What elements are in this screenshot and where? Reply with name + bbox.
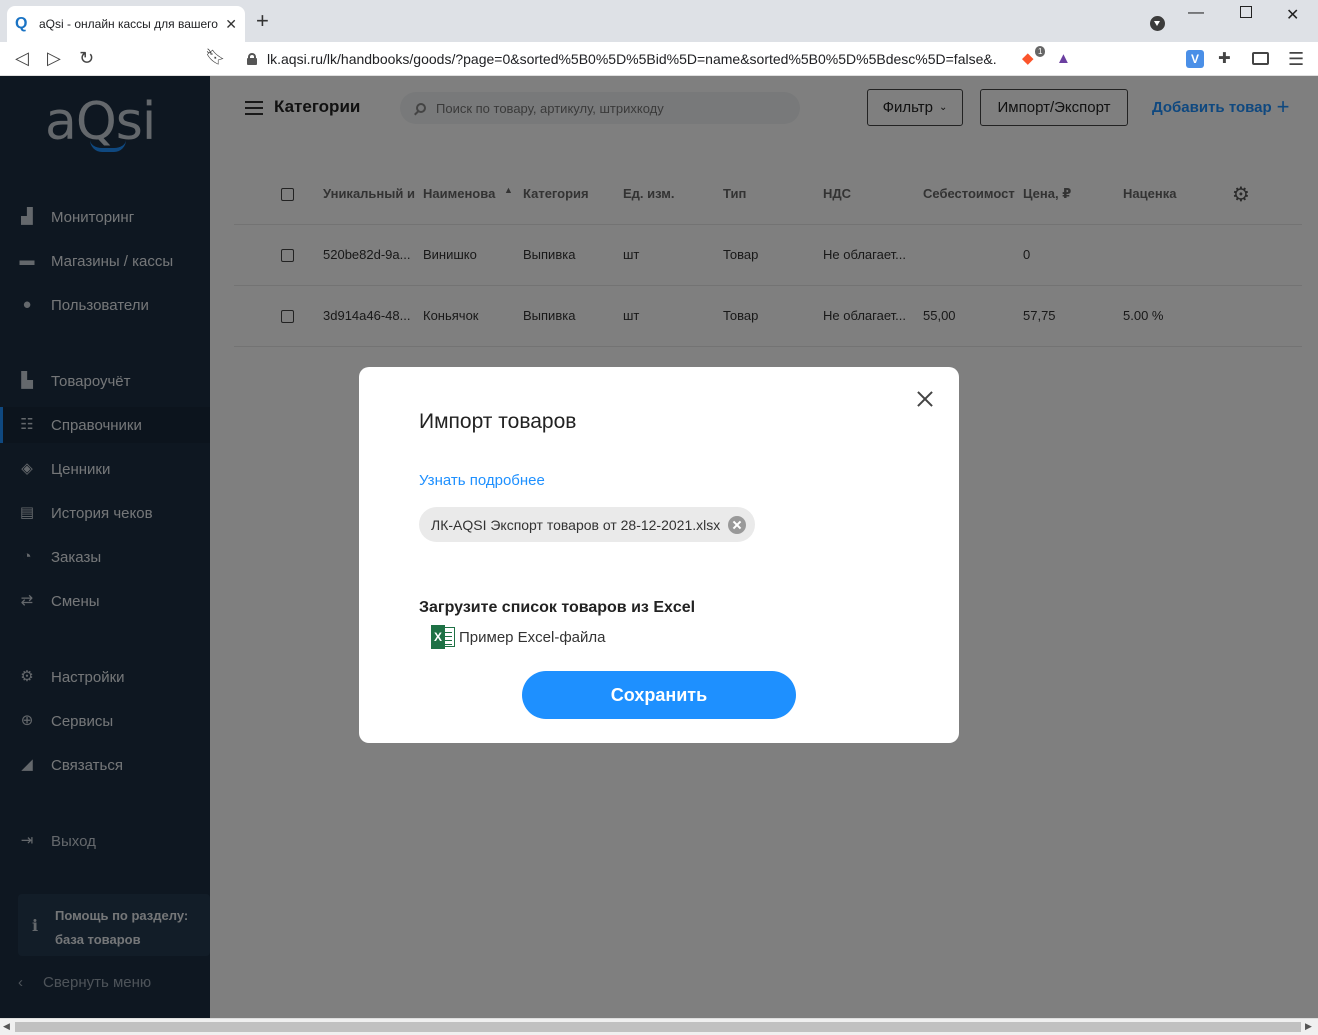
dialog-title: Импорт товаров: [419, 410, 577, 433]
example-link-label: Пример Excel-файла: [459, 628, 606, 646]
scroll-left-icon[interactable]: ◀: [3, 1021, 10, 1032]
url-text: lk.aqsi.ru/lk/handbooks/goods/?page=0&so…: [267, 51, 997, 67]
close-icon[interactable]: [915, 389, 935, 409]
example-excel-link[interactable]: X Пример Excel-файла: [431, 625, 606, 649]
browser-menu-icon[interactable]: ☰: [1288, 50, 1304, 68]
extension-v-icon[interactable]: V: [1186, 50, 1204, 68]
tab-title: aQsi - онлайн кассы для вашего: [39, 17, 218, 31]
new-tab-icon[interactable]: +: [256, 10, 269, 32]
selected-file-chip: ЛК-AQSI Экспорт товаров от 28-12-2021.xl…: [419, 507, 756, 542]
import-products-dialog: Импорт товаров Узнать подробнее ЛК-AQSI …: [359, 367, 959, 743]
remove-file-icon[interactable]: [728, 515, 747, 534]
reload-icon[interactable]: ↻: [79, 47, 94, 69]
browser-toolbar: ◁ ▷ ↻ 🔖︎ lk.aqsi.ru/lk/handbooks/goods/?…: [0, 42, 1318, 76]
forward-icon[interactable]: ▷: [47, 47, 61, 69]
horizontal-scrollbar[interactable]: ◀ ▶: [0, 1018, 1318, 1035]
maximize-icon[interactable]: [1240, 6, 1252, 18]
excel-file-icon: X: [431, 625, 455, 649]
upload-instruction: Загрузите список товаров из Excel: [419, 599, 696, 616]
lock-icon: [247, 53, 257, 65]
back-icon[interactable]: ◁: [15, 47, 29, 69]
brave-shield-icon[interactable]: ◆: [1022, 50, 1034, 68]
scrollbar-thumb[interactable]: [15, 1022, 1301, 1032]
window-close-icon[interactable]: ✕: [1286, 5, 1299, 25]
browser-tab[interactable]: Q aQsi - онлайн кассы для вашего ✕: [7, 6, 245, 42]
learn-more-link[interactable]: Узнать подробнее: [419, 472, 545, 489]
bookmark-icon[interactable]: 🔖︎: [205, 47, 225, 69]
address-bar[interactable]: lk.aqsi.ru/lk/handbooks/goods/?page=0&so…: [235, 45, 1083, 73]
scroll-right-icon[interactable]: ▶: [1305, 1021, 1312, 1032]
brave-rewards-icon[interactable]: ▲: [1056, 50, 1071, 68]
browser-tab-bar: Q aQsi - онлайн кассы для вашего ✕ + — ✕: [0, 0, 1318, 42]
file-name: ЛК-AQSI Экспорт товаров от 28-12-2021.xl…: [431, 516, 721, 533]
tab-search-icon[interactable]: [1150, 16, 1165, 31]
wallet-icon[interactable]: [1252, 52, 1269, 65]
minimize-icon[interactable]: —: [1188, 4, 1204, 22]
extensions-puzzle-icon[interactable]: ✚: [1218, 50, 1231, 68]
site-favicon-icon: Q: [15, 15, 28, 32]
tab-close-icon[interactable]: ✕: [225, 16, 237, 33]
save-button[interactable]: Сохранить: [522, 671, 796, 719]
